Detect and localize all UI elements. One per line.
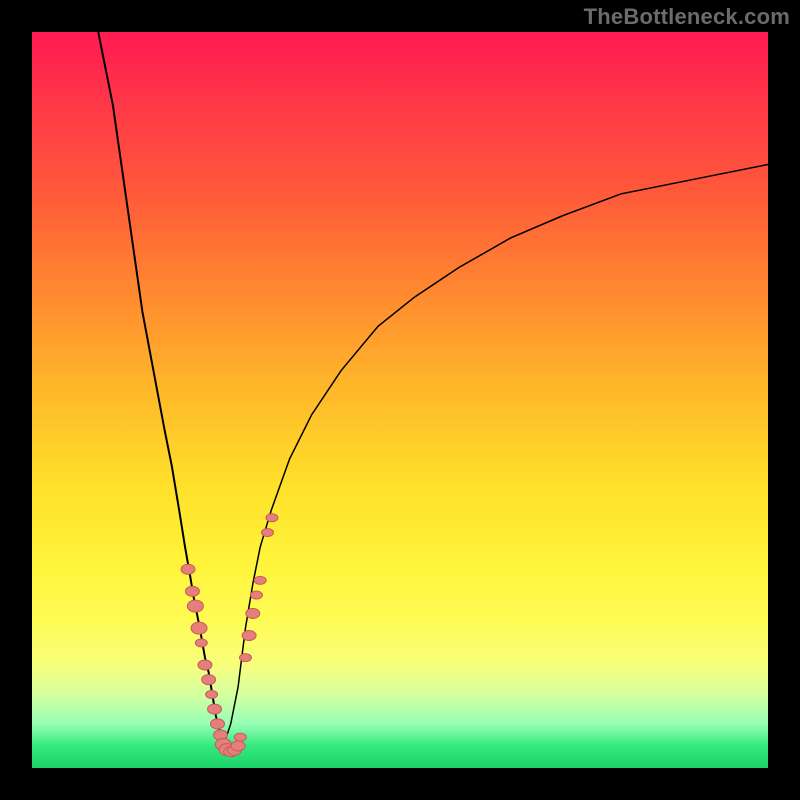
data-bead: [262, 528, 274, 536]
data-bead: [242, 631, 256, 641]
plot-area: [32, 32, 768, 768]
data-bead: [234, 733, 246, 741]
data-bead: [239, 654, 251, 662]
right-curve: [223, 164, 768, 745]
chart-frame: TheBottleneck.com: [0, 0, 800, 800]
data-bead: [254, 576, 266, 584]
data-beads: [181, 514, 278, 757]
left-curve: [98, 32, 223, 746]
data-bead: [185, 586, 199, 596]
chart-svg: [32, 32, 768, 768]
data-bead: [208, 704, 222, 714]
data-bead: [187, 600, 203, 612]
data-bead: [206, 690, 218, 698]
data-bead: [246, 608, 260, 618]
data-bead: [266, 514, 278, 522]
data-bead: [231, 741, 245, 751]
data-bead: [181, 564, 195, 574]
data-bead: [250, 591, 262, 599]
watermark-text: TheBottleneck.com: [584, 4, 790, 30]
data-bead: [202, 675, 216, 685]
data-bead: [198, 660, 212, 670]
data-bead: [210, 719, 224, 729]
data-bead: [195, 639, 207, 647]
data-bead: [191, 622, 207, 634]
